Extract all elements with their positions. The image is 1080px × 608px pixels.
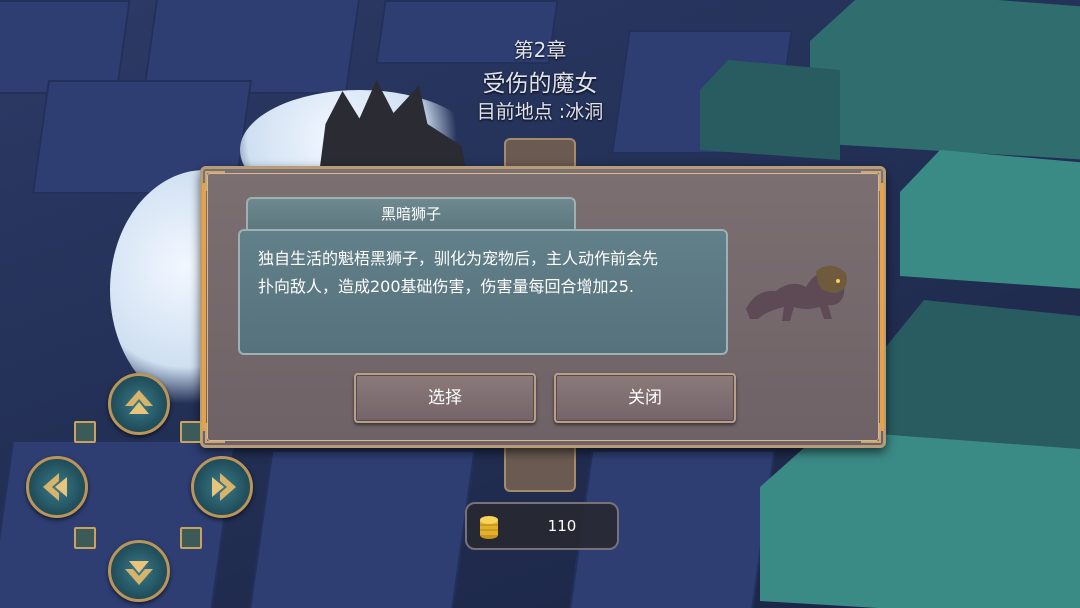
pet-name-tab: 黑暗狮子 [246, 197, 576, 229]
coin-counter: 110 [465, 502, 619, 550]
pet-info-dialog: 黑暗狮子 独自生活的魁梧黑狮子，驯化为宠物后，主人动作前会先 扑向敌人，造成20… [200, 166, 886, 448]
ice-rock [760, 430, 1080, 608]
arrow-left-icon [43, 473, 67, 501]
dpad-up-right-button[interactable] [180, 421, 202, 443]
dpad-down-button[interactable] [108, 540, 170, 602]
arrow-down-icon [125, 561, 153, 585]
arrow-right-icon [212, 473, 236, 501]
dpad-up-left-button[interactable] [74, 421, 96, 443]
arrow-up-icon [125, 390, 153, 414]
chapter-title: 受伤的魔女 [482, 71, 598, 97]
floor-tile [248, 450, 476, 608]
dark-lion-pet-icon [746, 265, 847, 321]
ice-rock [900, 150, 1080, 290]
dialog-corner [205, 423, 225, 443]
coin-amount: 110 [547, 517, 577, 535]
dialog-corner [205, 171, 225, 191]
dialog-edge-left [202, 183, 206, 431]
dpad-down-left-button[interactable] [74, 527, 96, 549]
dialog-corner [861, 171, 881, 191]
select-button[interactable]: 选择 [354, 373, 536, 423]
dpad-right-button[interactable] [191, 456, 253, 518]
pet-description: 独自生活的魁梧黑狮子，驯化为宠物后，主人动作前会先 扑向敌人，造成200基础伤害… [238, 229, 728, 355]
gold-coin-stack-icon [480, 516, 498, 539]
dpad-down-right-button[interactable] [180, 527, 202, 549]
dpad-left-button[interactable] [26, 456, 88, 518]
chapter-number: 第2章 [513, 38, 567, 62]
dialog-edge-right [880, 183, 884, 431]
ice-rock [810, 0, 1080, 160]
ice-rock [700, 60, 840, 160]
dpad-up-button[interactable] [108, 373, 170, 435]
current-location: 目前地点 :冰洞 [476, 101, 604, 123]
dialog-corner [861, 423, 881, 443]
close-button[interactable]: 关闭 [554, 373, 736, 423]
